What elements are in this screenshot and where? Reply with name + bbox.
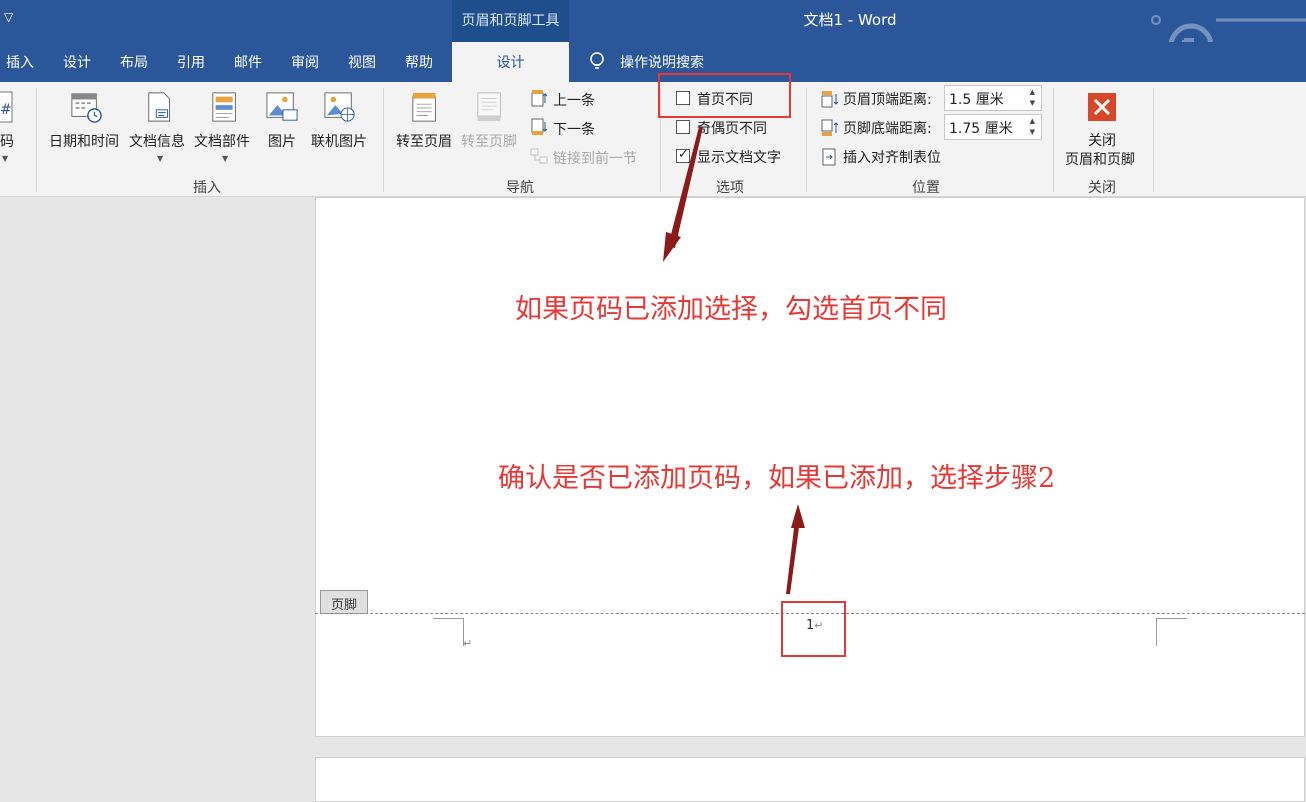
group-separator <box>806 88 807 192</box>
highlight-box-page-number <box>781 601 846 657</box>
tab-layout[interactable]: 布局 <box>120 52 148 72</box>
svg-text:#: # <box>0 102 12 118</box>
tab-references[interactable]: 引用 <box>177 52 205 72</box>
online-picture-icon <box>324 92 355 122</box>
tab-header-footer-design[interactable]: 设计 <box>452 42 569 82</box>
online-picture-button[interactable]: 联机图片 <box>311 131 367 151</box>
quick-access-dropdown-icon[interactable]: ▽ <box>4 10 13 24</box>
document-parts-button[interactable]: 文档部件 <box>194 131 250 151</box>
insert-alignment-tab-button[interactable]: 插入对齐制表位 <box>843 147 941 167</box>
spin-down-icon[interactable]: ▼ <box>1030 128 1035 136</box>
lightbulb-icon[interactable] <box>588 51 606 73</box>
tab-mailings[interactable]: 邮件 <box>234 52 262 72</box>
footer-bottom-distance-value: 1.75 厘米 <box>949 121 1013 137</box>
tab-insert[interactable]: 插入 <box>6 52 34 72</box>
tab-view[interactable]: 视图 <box>348 52 376 72</box>
link-to-previous-button[interactable]: 链接到前一节 <box>553 148 637 168</box>
go-to-header-button[interactable]: 转至页眉 <box>396 131 452 151</box>
annotation-check-first-page: 如果页码已添加选择，勾选首页不同 <box>515 294 947 325</box>
header-top-distance-label: 页眉顶端距离: <box>843 92 932 108</box>
header-top-distance-input[interactable]: 1.5 厘米 ▲ ▼ <box>944 85 1042 111</box>
title-bar: ▽ 页眉和页脚工具 文档1 - Word <box>0 0 1306 72</box>
chevron-down-icon: ▼ <box>222 154 229 163</box>
group-label-position: 位置 <box>912 180 940 196</box>
tab-help[interactable]: 帮助 <box>405 52 433 72</box>
footer-bottom-distance-label: 页脚底端距离: <box>843 121 932 137</box>
margin-corner-left <box>433 618 464 646</box>
close-header-footer-line1[interactable]: 关闭 <box>1088 130 1116 150</box>
document-left-margin <box>0 197 315 798</box>
context-tool-group: 页眉和页脚工具 <box>452 0 569 42</box>
go-to-header-icon <box>412 92 436 122</box>
next-button[interactable]: 下一条 <box>553 119 595 139</box>
return-mark: ↵ <box>463 637 473 650</box>
tab-review[interactable]: 审阅 <box>291 52 319 72</box>
tell-me-search[interactable]: 操作说明搜索 <box>620 52 704 72</box>
show-document-text-checkbox[interactable] <box>676 147 690 163</box>
picture-button[interactable]: 图片 <box>268 131 296 151</box>
insert-alignment-tab-icon <box>822 148 836 166</box>
date-time-button[interactable]: 日期和时间 <box>49 131 119 151</box>
close-header-footer-line2[interactable]: 页眉和页脚 <box>1065 149 1135 169</box>
context-tool-label: 页眉和页脚工具 <box>461 13 560 29</box>
page-number-button[interactable]: 码 <box>0 131 14 151</box>
document-title: 文档1 - Word <box>803 11 897 29</box>
ribbon: # 码 ▼ 日期和时间 文档信息 ▼ 文档部件 ▼ 图片 联机图片 插入 转至页… <box>0 82 1306 197</box>
group-label-options: 选项 <box>716 180 744 196</box>
highlight-box-first-page-option <box>658 73 791 118</box>
group-label-insert: 插入 <box>193 180 221 196</box>
group-separator <box>1053 88 1054 192</box>
go-to-footer-icon <box>477 92 501 122</box>
document-parts-icon <box>212 92 236 122</box>
ribbon-tab-row: 插入 设计 布局 引用 邮件 审阅 视图 帮助 设计 操作说明搜索 <box>0 42 1306 82</box>
group-label-close: 关闭 <box>1088 180 1116 196</box>
different-odd-even-label[interactable]: 奇偶页不同 <box>697 118 767 138</box>
next-icon <box>531 118 548 135</box>
go-to-footer-button[interactable]: 转至页脚 <box>461 131 517 151</box>
group-label-navigation: 导航 <box>506 180 534 196</box>
chevron-down-icon: ▼ <box>157 154 164 163</box>
group-separator <box>383 88 384 192</box>
spin-down-icon[interactable]: ▼ <box>1030 99 1035 107</box>
footer-tag: 页脚 <box>320 590 368 614</box>
page-number-icon: # <box>0 91 13 123</box>
chevron-down-icon: ▼ <box>2 154 9 163</box>
picture-icon <box>266 92 298 121</box>
footer-bottom-distance-icon <box>821 119 839 136</box>
group-separator <box>36 88 37 192</box>
tab-design[interactable]: 设计 <box>63 52 91 72</box>
document-info-button[interactable]: 文档信息 <box>129 131 185 151</box>
annotation-confirm-page-number: 确认是否已添加页码，如果已添加，选择步骤2 <box>498 463 1056 494</box>
next-document-page[interactable] <box>315 757 1305 802</box>
header-top-distance-icon <box>821 91 839 108</box>
link-previous-icon <box>530 148 548 164</box>
group-separator <box>1153 88 1154 192</box>
header-top-distance-value: 1.5 厘米 <box>949 92 1004 108</box>
show-document-text-label[interactable]: 显示文档文字 <box>697 147 781 167</box>
previous-button[interactable]: 上一条 <box>553 90 595 110</box>
previous-icon <box>531 90 548 107</box>
footer-bottom-distance-input[interactable]: 1.75 厘米 ▲ ▼ <box>944 114 1042 140</box>
spin-up-icon[interactable]: ▲ <box>1030 88 1035 96</box>
date-time-icon <box>71 93 102 123</box>
margin-corner-right <box>1156 618 1187 646</box>
document-info-icon <box>148 92 170 122</box>
close-icon[interactable] <box>1087 92 1117 122</box>
spin-up-icon[interactable]: ▲ <box>1030 117 1035 125</box>
different-odd-even-checkbox[interactable] <box>676 120 690 134</box>
